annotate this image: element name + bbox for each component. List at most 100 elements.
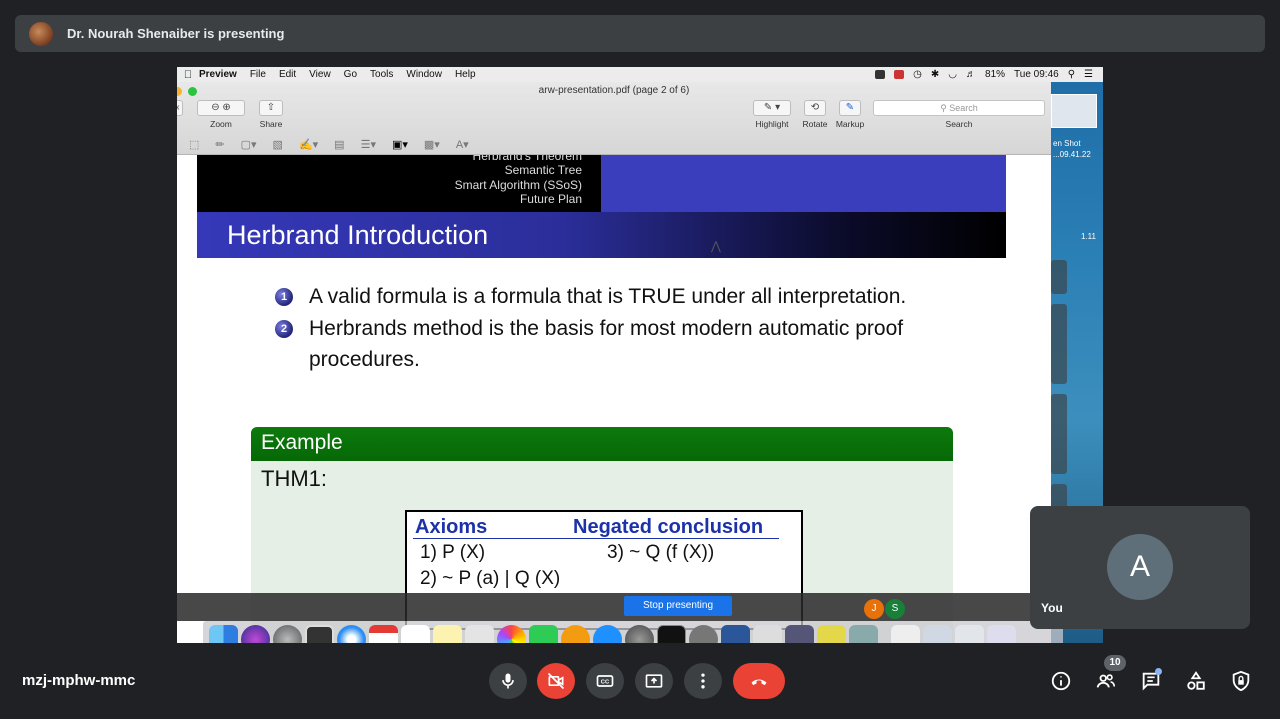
captions-button[interactable]: CC bbox=[586, 663, 624, 699]
share-icon[interactable]: ⇧ bbox=[259, 100, 283, 116]
word-icon[interactable] bbox=[721, 625, 750, 643]
menu-window[interactable]: Window bbox=[406, 69, 442, 80]
header-rule bbox=[413, 538, 779, 539]
app-store-icon[interactable] bbox=[593, 625, 622, 643]
shared-screen: en Shot ...09.41.22 1.11  Preview File … bbox=[177, 67, 1103, 643]
menu-edit[interactable]: Edit bbox=[279, 69, 296, 80]
tool-icon[interactable] bbox=[753, 625, 782, 643]
apple-icon[interactable]:  bbox=[177, 69, 199, 81]
rotate-button[interactable]: ⟲ bbox=[804, 100, 826, 116]
activities-button[interactable] bbox=[1182, 667, 1210, 695]
drive-icon[interactable] bbox=[894, 70, 905, 79]
people-button[interactable] bbox=[1092, 667, 1120, 695]
search-label: Search bbox=[945, 119, 973, 129]
document-icon[interactable] bbox=[987, 625, 1016, 643]
wifi-icon[interactable]: ◡ bbox=[948, 69, 957, 80]
example-subtitle: THM1: bbox=[261, 466, 327, 491]
preview-icon[interactable] bbox=[465, 625, 494, 643]
text-tool-icon[interactable]: ▧ bbox=[273, 138, 283, 151]
negated-conclusion-header: Negated conclusion bbox=[573, 516, 764, 538]
bluetooth-icon[interactable]: ✱ bbox=[931, 69, 939, 80]
markup-button[interactable]: ✎ bbox=[839, 100, 861, 116]
camera-button[interactable] bbox=[537, 663, 575, 699]
mac-dock bbox=[203, 621, 1063, 643]
editor-icon[interactable] bbox=[785, 625, 814, 643]
system-preferences-icon[interactable] bbox=[625, 625, 654, 643]
clock[interactable]: Tue 09:46 bbox=[1014, 69, 1059, 80]
launchpad-icon[interactable] bbox=[273, 625, 302, 643]
sidebar-toggle-button[interactable]: ‹ bbox=[177, 100, 183, 116]
border-color-icon[interactable]: ▣▾ bbox=[392, 138, 408, 151]
axiom-row: 1) P (X) bbox=[420, 542, 486, 563]
host-controls-button[interactable] bbox=[1227, 667, 1255, 695]
present-button[interactable] bbox=[635, 663, 673, 699]
shapes-tool-icon[interactable]: ▢▾ bbox=[241, 138, 257, 151]
menu-tools[interactable]: Tools bbox=[370, 69, 393, 80]
line-style-icon[interactable]: ☰▾ bbox=[361, 138, 376, 151]
info-icon bbox=[1051, 671, 1071, 691]
notes-icon[interactable] bbox=[433, 625, 462, 643]
spotlight-icon[interactable]: ⚲ bbox=[1068, 69, 1075, 80]
menu-help[interactable]: Help bbox=[455, 69, 476, 80]
participant-avatar: J bbox=[864, 599, 884, 619]
highlight-button[interactable]: ✎ ▾ bbox=[753, 100, 791, 116]
camera-off-icon bbox=[547, 672, 565, 690]
pdf-page-view[interactable]: Herbrand's Theorem Semantic Tree Smart A… bbox=[177, 155, 1051, 643]
time-machine-icon[interactable]: ◷ bbox=[913, 69, 922, 80]
calendar-icon[interactable] bbox=[369, 625, 398, 643]
app-icon[interactable] bbox=[817, 625, 846, 643]
notification-center-icon[interactable]: ☰ bbox=[1084, 69, 1093, 80]
more-vert-icon bbox=[701, 673, 705, 689]
selection-tool-icon[interactable]: ⬚ bbox=[189, 138, 199, 151]
menu-app[interactable]: Preview bbox=[199, 69, 237, 80]
books-icon[interactable] bbox=[561, 625, 590, 643]
desktop-file-label: ...09.41.22 bbox=[1053, 150, 1091, 159]
panel-strip bbox=[1051, 304, 1067, 384]
bullet-item: 1 A valid formula is a formula that is T… bbox=[275, 281, 975, 312]
document-icon[interactable] bbox=[955, 625, 984, 643]
highlight-label: Highlight bbox=[755, 119, 789, 129]
note-tool-icon[interactable]: ▤ bbox=[334, 138, 344, 151]
menubar-status-area: ◷ ✱ ◡ ♬ 81% Tue 09:46 ⚲ ☰ bbox=[875, 67, 1093, 82]
volume-icon[interactable]: ♬ bbox=[966, 69, 976, 80]
image-capture-icon[interactable] bbox=[849, 625, 878, 643]
text-style-icon[interactable]: A▾ bbox=[456, 138, 469, 151]
present-screen-icon bbox=[645, 674, 663, 688]
document-icon[interactable] bbox=[891, 625, 920, 643]
siri-icon[interactable] bbox=[241, 625, 270, 643]
self-video-tile[interactable]: A You bbox=[1030, 506, 1250, 629]
slide-nav: Herbrand's Theorem Semantic Tree Smart A… bbox=[197, 155, 601, 212]
tex-icon[interactable] bbox=[689, 625, 718, 643]
axiom-row: 2) ~ P (a) | Q (X) bbox=[420, 568, 561, 589]
menu-file[interactable]: File bbox=[250, 69, 266, 80]
document-icon[interactable] bbox=[923, 625, 952, 643]
presenter-banner: Dr. Nourah Shenaiber is presenting bbox=[15, 15, 1265, 52]
leave-call-button[interactable] bbox=[733, 663, 785, 699]
finder-icon[interactable] bbox=[209, 625, 238, 643]
meeting-details-button[interactable] bbox=[1047, 667, 1075, 695]
participant-avatar: S bbox=[885, 599, 905, 619]
battery-percent[interactable]: 81% bbox=[985, 69, 1005, 80]
search-input[interactable]: ⚲ Search bbox=[873, 100, 1045, 116]
sign-tool-icon[interactable]: ✍▾ bbox=[299, 138, 318, 151]
photos-icon[interactable] bbox=[497, 625, 526, 643]
chat-notification-dot bbox=[1155, 668, 1162, 675]
mission-control-icon[interactable] bbox=[305, 625, 334, 643]
desktop-file-label: en Shot bbox=[1053, 139, 1081, 148]
reminders-icon[interactable] bbox=[401, 625, 430, 643]
microphone-button[interactable] bbox=[489, 663, 527, 699]
facetime-icon[interactable] bbox=[529, 625, 558, 643]
screen-share-icon[interactable] bbox=[875, 70, 886, 79]
more-options-button[interactable] bbox=[684, 663, 722, 699]
safari-icon[interactable] bbox=[337, 625, 366, 643]
menu-go[interactable]: Go bbox=[344, 69, 357, 80]
sketch-tool-icon[interactable]: ✏ bbox=[215, 138, 224, 151]
hang-up-icon bbox=[751, 679, 767, 686]
fill-color-icon[interactable]: ▩▾ bbox=[424, 138, 440, 151]
search-placeholder: Search bbox=[949, 103, 978, 113]
menu-view[interactable]: View bbox=[309, 69, 331, 80]
terminal-icon[interactable] bbox=[657, 625, 686, 643]
stop-presenting-button[interactable]: Stop presenting bbox=[624, 596, 732, 616]
zoom-control[interactable]: ⊖ ⊕ bbox=[197, 100, 245, 116]
example-title: Example bbox=[251, 427, 953, 461]
